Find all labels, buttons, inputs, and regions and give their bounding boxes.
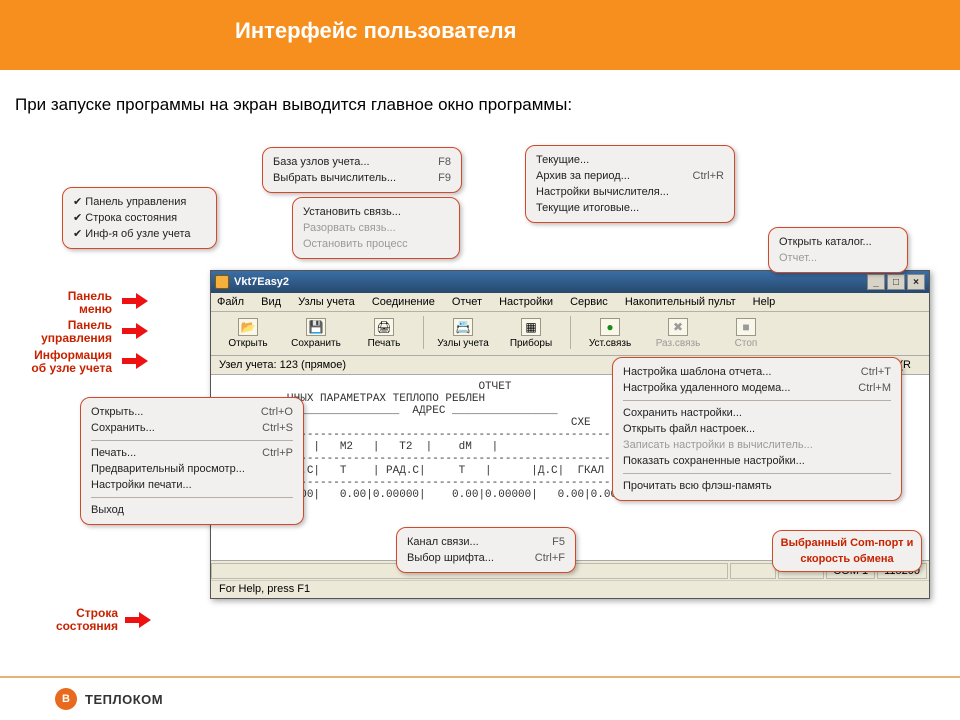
menu-item[interactable]: Показать сохраненные настройки...	[623, 453, 891, 469]
menu-report[interactable]: Отчет	[452, 296, 482, 308]
menu-item: Отчет...	[779, 250, 897, 266]
tb-disconnect: ✖Раз.связь	[645, 316, 711, 349]
window-title: Vkt7Easy2	[234, 276, 289, 288]
save-icon: 💾	[306, 318, 326, 336]
tb-save[interactable]: 💾Сохранить	[283, 316, 349, 349]
disconnect-icon: ✖	[668, 318, 688, 336]
info-node: Узел учета: 123 (прямое)	[219, 359, 346, 371]
menu-item[interactable]: Текущие...	[536, 152, 724, 168]
menu-item[interactable]: Инф-я об узле учета	[73, 226, 206, 242]
minimize-button[interactable]: _	[867, 274, 885, 290]
menu-help[interactable]: Help	[753, 296, 776, 308]
menu-item[interactable]: Сохранить настройки...	[623, 405, 891, 421]
arrow-icon	[122, 353, 148, 369]
menu-item: Записать настройки в вычислитель...	[623, 437, 891, 453]
menu-nodes[interactable]: Узлы учета	[298, 296, 355, 308]
menu-item[interactable]: Открыть каталог...	[779, 234, 897, 250]
stop-icon: ■	[736, 318, 756, 336]
menu-service[interactable]: Сервис	[570, 296, 608, 308]
menu-bar: Файл Вид Узлы учета Соединение Отчет Нас…	[211, 293, 929, 312]
menu-item: Остановить процесс	[303, 236, 449, 252]
bubble-nodes-menu: База узлов учета...F8 Выбрать вычислител…	[262, 147, 462, 193]
card-index-icon: 📇	[453, 318, 473, 336]
menu-item[interactable]: Установить связь...	[303, 204, 449, 220]
menu-item[interactable]: Строка состояния	[73, 210, 206, 226]
bubble-file-menu: Открыть...Ctrl+O Сохранить...Ctrl+S Печа…	[80, 397, 304, 525]
menu-item[interactable]: Текущие итоговые...	[536, 200, 724, 216]
tb-devices[interactable]: ▦Приборы	[498, 316, 564, 349]
label-info: Информацияоб узле учета	[22, 349, 112, 375]
tb-open[interactable]: 📂Открыть	[215, 316, 281, 349]
menu-item[interactable]: Настройка удаленного модема...Ctrl+M	[623, 380, 891, 396]
menu-item[interactable]: Открыть...Ctrl+O	[91, 404, 293, 420]
menu-item[interactable]: Выбор шрифта...Ctrl+F	[407, 550, 565, 566]
printer-icon: 🖨	[374, 318, 394, 336]
menu-item[interactable]: База узлов учета...F8	[273, 154, 451, 170]
menu-item[interactable]: Канал связи...F5	[407, 534, 565, 550]
arrow-icon	[122, 293, 148, 309]
folder-open-icon: 📂	[238, 318, 258, 336]
label-status: Строкасостояния	[28, 607, 118, 633]
bubble-conn-menu: Установить связь... Разорвать связь... О…	[292, 197, 460, 259]
maximize-button[interactable]: □	[887, 274, 905, 290]
arrow-icon	[125, 612, 151, 628]
bubble-pult-menu: Открыть каталог... Отчет...	[768, 227, 908, 273]
tb-connect[interactable]: ●Уст.связь	[577, 316, 643, 349]
brand-name: ТЕПЛОКОМ	[85, 692, 163, 707]
help-bar: For Help, press F1	[211, 580, 929, 598]
footer: В ТЕПЛОКОМ	[0, 676, 960, 720]
brand-logo-icon: В	[55, 688, 77, 710]
menu-item[interactable]: Открыть файл настроек...	[623, 421, 891, 437]
menu-pult[interactable]: Накопительный пульт	[625, 296, 736, 308]
bubble-report-menu: Текущие... Архив за период...Ctrl+R Наст…	[525, 145, 735, 223]
menu-item[interactable]: Выход	[91, 502, 293, 518]
menu-item[interactable]: Выбрать вычислитель...F9	[273, 170, 451, 186]
tb-nodes[interactable]: 📇Узлы учета	[430, 316, 496, 349]
arrow-icon	[122, 323, 148, 339]
menu-item: Разорвать связь...	[303, 220, 449, 236]
diagram-stage: Панельменю Панельуправления Информацияоб…	[0, 135, 960, 665]
menu-item[interactable]: Настройка шаблона отчета...Ctrl+T	[623, 364, 891, 380]
menu-view[interactable]: Вид	[261, 296, 281, 308]
label-comport: Выбранный Com-порт и скорость обмена	[772, 530, 922, 572]
label-menu: Панельменю	[22, 290, 112, 316]
app-icon	[215, 275, 229, 289]
menu-conn[interactable]: Соединение	[372, 296, 435, 308]
menu-item[interactable]: Настройки вычислителя...	[536, 184, 724, 200]
bubble-view-menu: Панель управления Строка состояния Инф-я…	[62, 187, 217, 249]
connect-icon: ●	[600, 318, 620, 336]
bubble-settings-menu: Настройка шаблона отчета...Ctrl+T Настро…	[612, 357, 902, 501]
menu-item[interactable]: Прочитать всю флэш-память	[623, 478, 891, 494]
status-cell	[730, 563, 776, 579]
bubble-service-menu: Канал связи...F5 Выбор шрифта...Ctrl+F	[396, 527, 576, 573]
close-button[interactable]: ×	[907, 274, 925, 290]
menu-item[interactable]: Панель управления	[73, 194, 206, 210]
title-bar[interactable]: Vkt7Easy2 _ □ ×	[211, 271, 929, 293]
menu-settings[interactable]: Настройки	[499, 296, 553, 308]
label-toolbar: Панельуправления	[22, 319, 112, 345]
tb-print[interactable]: 🖨Печать	[351, 316, 417, 349]
intro-text: При запуске программы на экран выводится…	[0, 70, 960, 115]
page-title: Интерфейс пользователя	[235, 18, 960, 44]
menu-item[interactable]: Настройки печати...	[91, 477, 293, 493]
menu-file[interactable]: Файл	[217, 296, 244, 308]
tb-stop: ■Стоп	[713, 316, 779, 349]
menu-item[interactable]: Сохранить...Ctrl+S	[91, 420, 293, 436]
menu-item[interactable]: Предварительный просмотр...	[91, 461, 293, 477]
grid-icon: ▦	[521, 318, 541, 336]
tool-bar: 📂Открыть 💾Сохранить 🖨Печать 📇Узлы учета …	[211, 312, 929, 356]
menu-item[interactable]: Печать...Ctrl+P	[91, 445, 293, 461]
menu-item[interactable]: Архив за период...Ctrl+R	[536, 168, 724, 184]
